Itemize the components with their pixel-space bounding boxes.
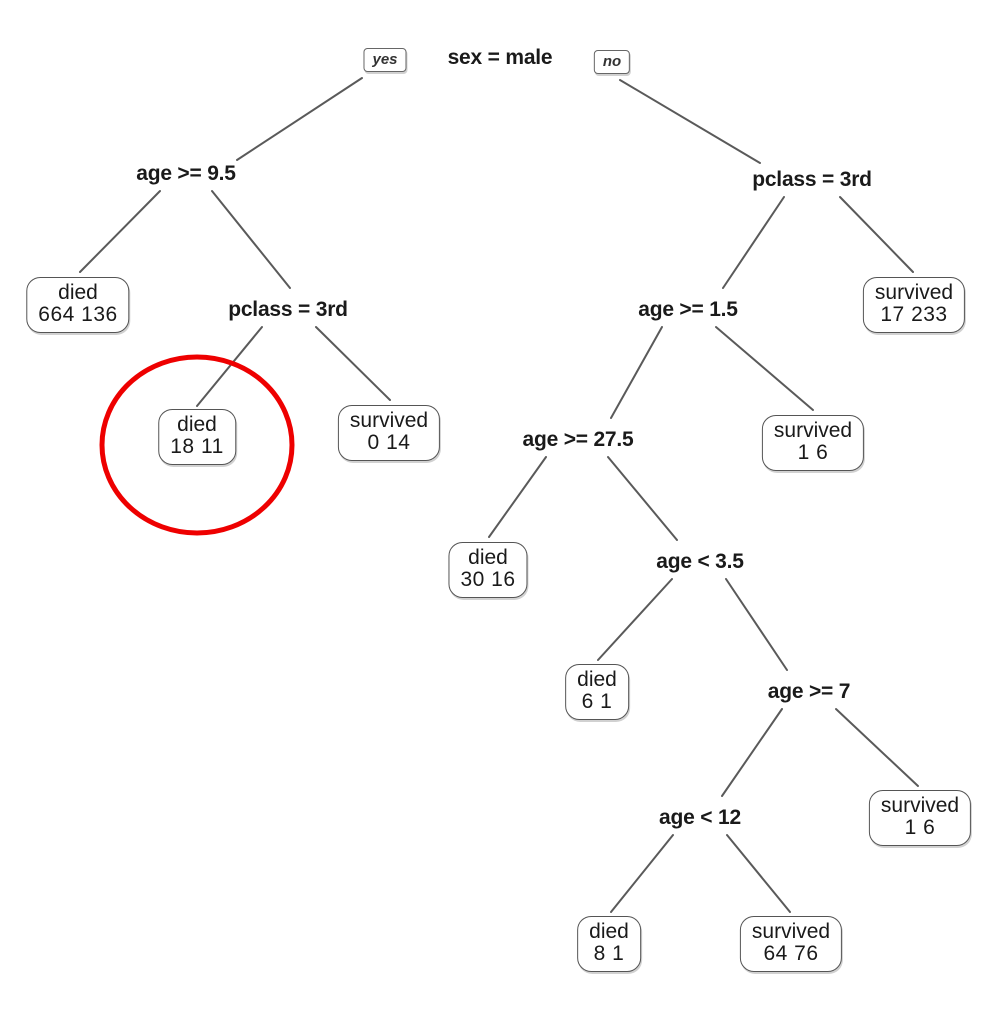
leaf-class-counts: 64 76 <box>763 941 819 965</box>
split-node-n5: pclass = 3rd <box>228 298 348 321</box>
split-node-n10: age >= 27.5 <box>522 428 634 451</box>
tree-edge <box>726 834 791 913</box>
leaf-node-n9: survived 0 14 <box>337 404 441 462</box>
split-node-n2: age >= 9.5 <box>136 162 236 185</box>
leaf-node-n17: survived 1 6 <box>868 789 972 847</box>
leaf-class-label: died <box>468 545 508 569</box>
leaf-class-label: survived <box>349 408 429 432</box>
tree-edge <box>835 708 919 787</box>
leaf-node-n4: died 664 136 <box>26 276 130 334</box>
tree-edge <box>722 196 785 289</box>
leaf-node-n12: died 30 16 <box>448 541 528 599</box>
leaf-node-n14: died 6 1 <box>565 663 629 721</box>
branch-tag-no: no <box>593 50 631 74</box>
tree-edge <box>715 326 814 411</box>
leaf-class-label: died <box>58 280 98 304</box>
tree-edge <box>211 190 291 289</box>
leaf-node-n11: survived 1 6 <box>761 414 865 472</box>
leaf-class-label: survived <box>874 280 954 304</box>
leaf-class-label: survived <box>880 793 960 817</box>
leaf-class-label: died <box>177 412 217 436</box>
leaf-class-label: died <box>589 919 629 943</box>
tree-edge <box>196 326 263 407</box>
tree-edge <box>725 578 788 671</box>
tree-edge <box>610 834 674 913</box>
leaf-class-counts: 6 1 <box>581 689 613 713</box>
leaf-node-n8: died 18 11 <box>158 408 236 466</box>
tree-edge <box>236 77 363 161</box>
tree-edge <box>315 326 391 401</box>
split-node-n15: age >= 7 <box>767 680 851 703</box>
leaf-class-counts: 664 136 <box>38 302 118 326</box>
split-node-n3: pclass = 3rd <box>752 168 872 191</box>
leaf-class-counts: 0 14 <box>367 430 411 454</box>
split-node-n16: age < 12 <box>659 806 741 829</box>
leaf-node-n19: survived 64 76 <box>739 915 843 973</box>
tree-edge <box>839 196 914 273</box>
leaf-node-n18: died 8 1 <box>577 915 641 973</box>
leaf-class-counts: 1 6 <box>904 815 936 839</box>
tree-edge <box>597 578 673 661</box>
leaf-class-label: survived <box>751 919 831 943</box>
split-node-n1: sex = male <box>447 46 553 69</box>
leaf-class-counts: 30 16 <box>460 567 516 591</box>
leaf-class-counts: 18 11 <box>170 434 224 458</box>
branch-tag-yes: yes <box>363 48 407 72</box>
tree-edges-layer <box>79 77 919 913</box>
leaf-class-label: died <box>577 667 617 691</box>
leaf-class-label: survived <box>773 418 853 442</box>
tree-edge <box>619 79 761 164</box>
split-node-n6: age >= 1.5 <box>638 298 738 321</box>
leaf-node-n7: survived 17 233 <box>862 276 966 334</box>
decision-tree-figure: sex = male age >= 9.5 pclass = 3rd died 664 … <box>0 0 993 1030</box>
leaf-class-counts: 8 1 <box>593 941 625 965</box>
leaf-class-counts: 1 6 <box>797 440 829 464</box>
tree-edge <box>607 456 678 541</box>
tree-edge <box>610 326 663 419</box>
tree-edge <box>488 456 547 538</box>
tree-edge <box>79 190 161 273</box>
split-node-n13: age < 3.5 <box>656 550 744 573</box>
leaf-class-counts: 17 233 <box>880 302 948 326</box>
tree-edge <box>721 708 783 797</box>
